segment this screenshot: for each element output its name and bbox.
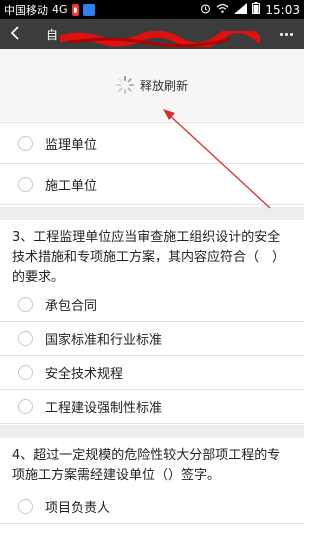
question-list: 监理单位 施工单位 3、工程监理单位应当审查施工组织设计的安全技术措施和专项施工… [0,121,304,535]
question-text: 4、超过一定规模的危险性较大分部项工程的专项施工方案需经建设单位（）签字。 [12,448,281,483]
option-label: 国家标准和行业标准 [45,333,163,348]
option-label: 工程建设强制性标准 [45,401,163,416]
status-bar: 中国移动 4G ▮ 15:03 [0,0,304,19]
option-label: 施工单位 [45,178,98,194]
option-label: 承包合同 [45,299,98,314]
radio-button[interactable] [18,135,33,151]
back-arrow-icon [10,25,19,40]
option-item[interactable]: 工程建设强制性标准 [0,390,304,424]
radio-button[interactable] [18,297,33,312]
loading-spinner-icon [115,76,134,94]
redaction-scribble [60,31,260,47]
carrier-name: 中国移动 [4,3,48,17]
alarm-icon [200,3,211,17]
radio-button[interactable] [18,176,33,192]
option-item[interactable]: 项目负责人 [0,490,304,524]
option-item[interactable]: 监理单位 [0,123,304,164]
question-card: 3、工程监理单位应当审查施工组织设计的安全技术措施和专项施工方案，其内容应符合（… [0,220,304,425]
radio-button[interactable] [18,365,33,380]
status-right: 15:03 [200,2,300,17]
option-item[interactable]: 国家标准和行业标准 [0,322,304,356]
option-label: 安全技术规程 [45,367,124,382]
question-card: 监理单位 施工单位 [0,121,304,207]
option-item[interactable]: 施工单位 [0,164,304,205]
radio-button[interactable] [18,331,33,346]
option-label: 项目负责人 [45,501,111,516]
pull-to-refresh: 释放刷新 [0,49,304,121]
signal-icon [234,2,248,17]
radio-button[interactable] [18,399,33,414]
question-card: 4、超过一定规模的危险性较大分部项工程的专项施工方案需经建设单位（）签字。 项目… [0,438,304,535]
news-app-icon: ▮ [71,3,80,16]
more-menu-button[interactable] [274,19,298,49]
clock: 15:03 [265,2,300,17]
network-type: 4G [52,3,68,16]
option-item[interactable]: 承包合同 [0,288,304,322]
question-text: 3、工程监理单位应当审查施工组织设计的安全技术措施和专项施工方案，其内容应符合（… [12,230,286,285]
radio-button[interactable] [18,499,33,514]
battery-icon [252,2,261,17]
option-label: 监理单位 [45,137,98,153]
back-button[interactable] [0,24,30,45]
wifi-icon [216,3,229,17]
refresh-label: 释放刷新 [139,78,188,93]
option-item[interactable]: 安全技术规程 [0,356,304,390]
cloud-app-icon [83,3,96,16]
